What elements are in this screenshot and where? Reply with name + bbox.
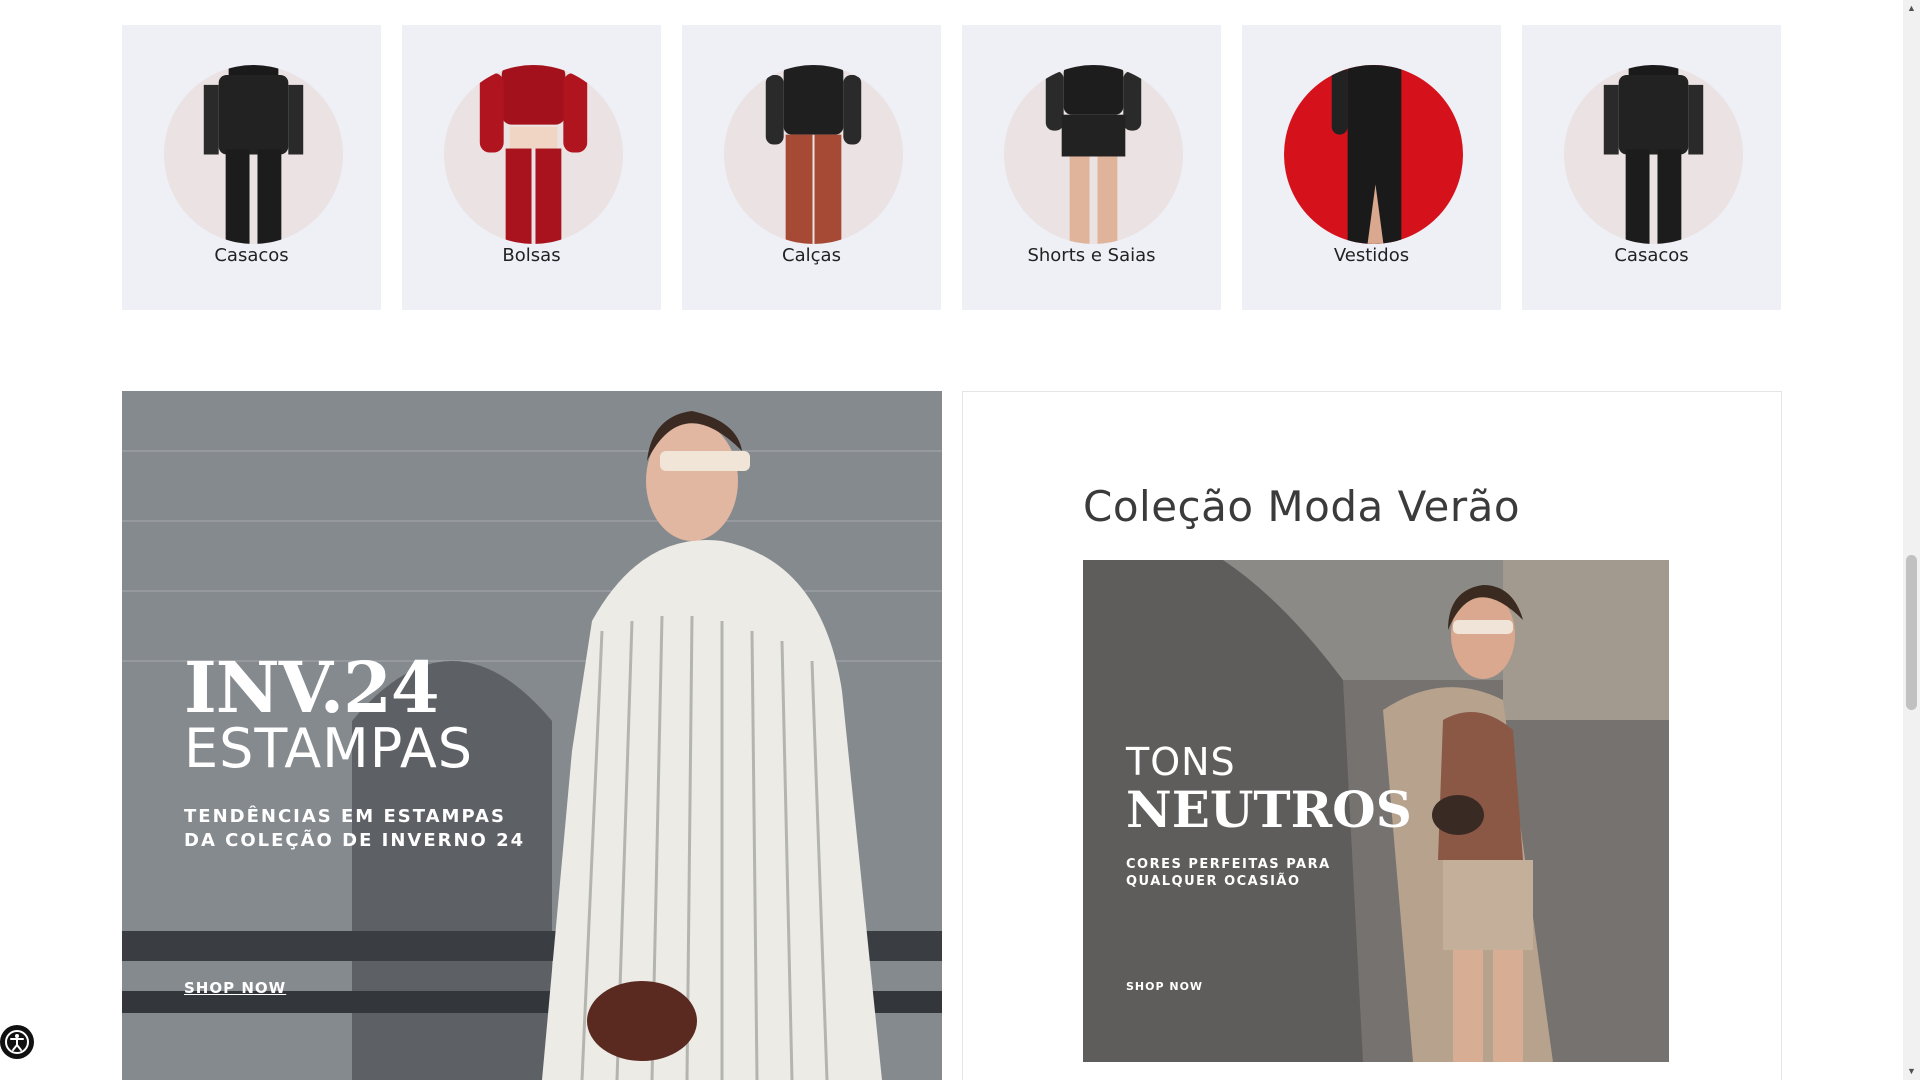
category-card-casacos-2[interactable]: Casacos <box>1522 25 1781 310</box>
category-row: Casacos Bolsas Calças Shorts e Saias Ves… <box>122 25 1782 310</box>
accessibility-icon <box>5 1030 29 1054</box>
category-image <box>1284 65 1463 244</box>
banner-description: CORES PERFEITAS PARA QUALQUER OCASIÃO <box>1126 856 1376 890</box>
category-label: Calças <box>782 245 841 266</box>
category-image <box>164 65 343 244</box>
scroll-down-icon[interactable]: ▼ <box>1903 1063 1920 1080</box>
banner-title: TONS <box>1126 740 1236 784</box>
shop-now-link[interactable]: SHOP NOW <box>184 979 286 997</box>
accessibility-button[interactable] <box>0 1025 34 1059</box>
banner-subtitle: ESTAMPAS <box>184 717 474 780</box>
promo-banner-inverno[interactable]: INV.24 ESTAMPAS TENDÊNCIAS EM ESTAMPAS D… <box>122 391 942 1080</box>
promo-banner-tons-neutros[interactable]: TONS NEUTROS CORES PERFEITAS PARA QUALQU… <box>1083 560 1669 1062</box>
banner-description-line: QUALQUER OCASIÃO <box>1126 874 1301 889</box>
vertical-scrollbar[interactable]: ▲ ▼ <box>1903 0 1920 1080</box>
category-card-bolsas[interactable]: Bolsas <box>402 25 661 310</box>
banner-description-line: DA COLEÇÃO DE INVERNO 24 <box>184 830 526 851</box>
category-card-casacos[interactable]: Casacos <box>122 25 381 310</box>
category-label: Shorts e Saias <box>1027 245 1156 266</box>
scroll-up-icon[interactable]: ▲ <box>1903 0 1920 17</box>
banner-subtitle: NEUTROS <box>1126 780 1412 839</box>
category-image <box>444 65 623 244</box>
banner-description-line: TENDÊNCIAS EM ESTAMPAS <box>184 806 506 827</box>
category-card-vestidos[interactable]: Vestidos <box>1242 25 1501 310</box>
category-label: Casacos <box>1614 245 1689 266</box>
category-image <box>1564 65 1743 244</box>
collection-heading: Coleção Moda Verão <box>1083 482 1521 531</box>
category-card-calcas[interactable]: Calças <box>682 25 941 310</box>
shop-now-link[interactable]: SHOP NOW <box>1126 980 1203 993</box>
scroll-thumb[interactable] <box>1906 555 1917 710</box>
category-card-shorts-e-saias[interactable]: Shorts e Saias <box>962 25 1221 310</box>
category-image <box>724 65 903 244</box>
collection-panel: Coleção Moda Verão TONS NEUTROS CORES PE… <box>962 391 1782 1080</box>
banner-description: TENDÊNCIAS EM ESTAMPAS DA COLEÇÃO DE INV… <box>184 805 544 853</box>
category-image <box>1004 65 1183 244</box>
category-label: Vestidos <box>1333 245 1410 266</box>
category-label: Casacos <box>214 245 289 266</box>
banner-description-line: CORES PERFEITAS PARA <box>1126 857 1331 872</box>
category-label: Bolsas <box>502 245 561 266</box>
